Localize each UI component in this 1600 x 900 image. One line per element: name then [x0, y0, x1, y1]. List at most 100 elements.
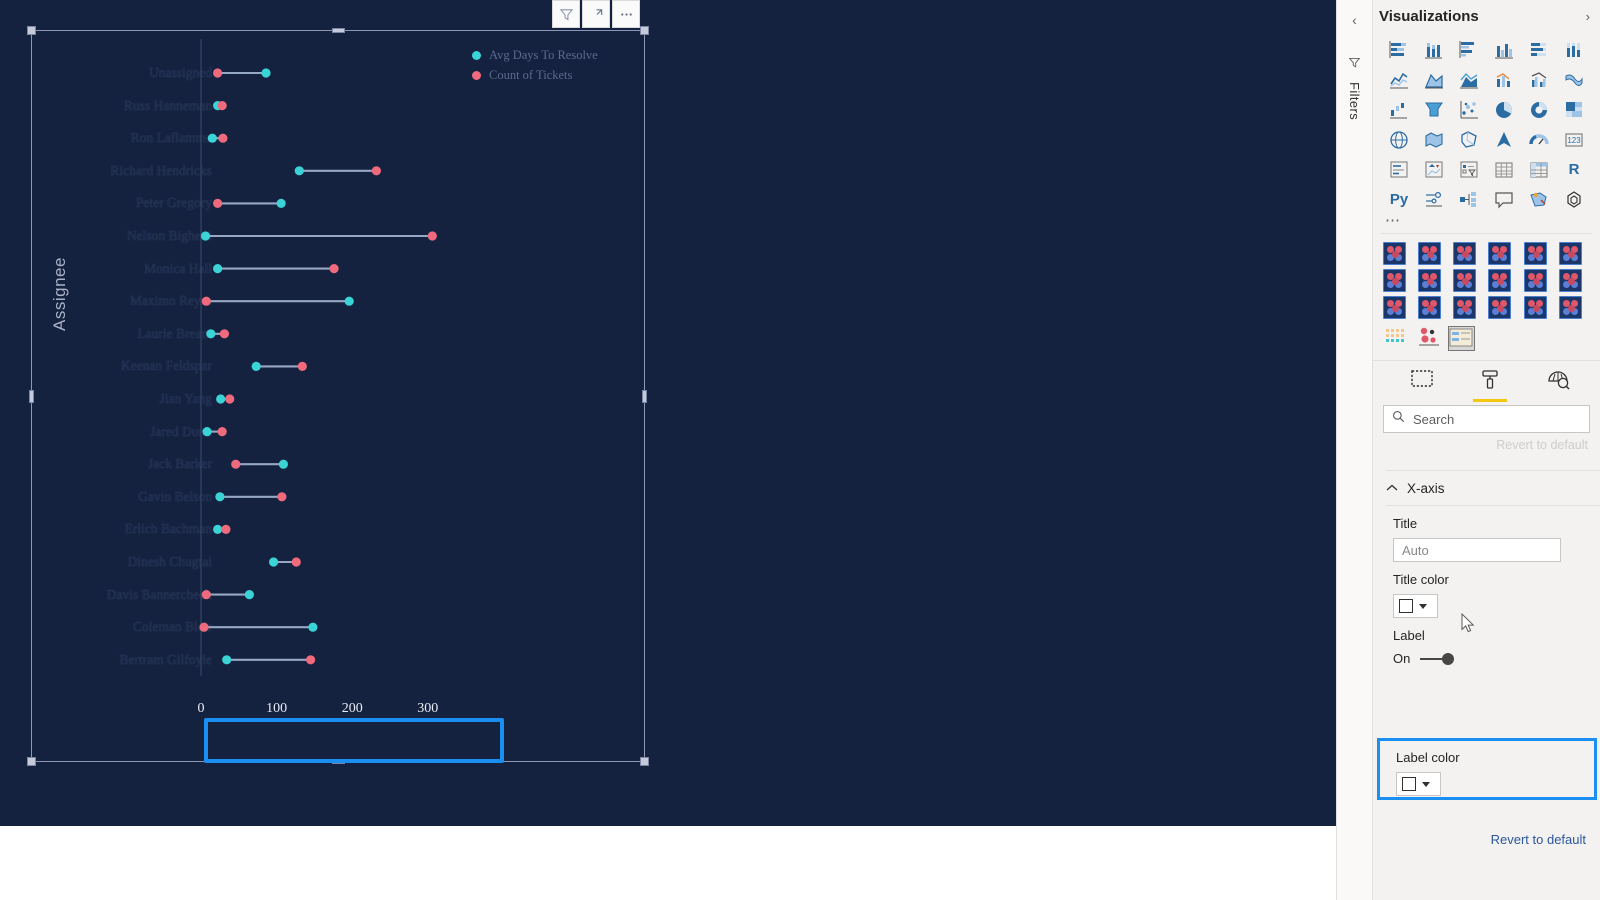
filters-rail-label[interactable]: Filters: [1347, 82, 1362, 120]
custom-visual-tile[interactable]: [1523, 269, 1547, 292]
avg-days-point[interactable]: [344, 296, 354, 306]
custom-visual-tile[interactable]: [1488, 296, 1512, 319]
shape-map-visual[interactable]: [1453, 126, 1485, 153]
avg-days-point[interactable]: [207, 133, 217, 143]
treemap-chart[interactable]: [1558, 96, 1590, 123]
stacked-area-chart[interactable]: [1453, 66, 1485, 93]
custom-visual-tile[interactable]: [1488, 242, 1512, 265]
ticket-count-point[interactable]: [291, 557, 301, 567]
avg-days-point[interactable]: [308, 622, 318, 632]
avg-days-point[interactable]: [213, 264, 223, 274]
dot-matrix-custom-visual[interactable]: [1385, 327, 1410, 350]
avg-days-point[interactable]: [215, 492, 225, 502]
avg-days-point[interactable]: [202, 427, 212, 437]
avg-days-point[interactable]: [200, 231, 211, 241]
kpi-visual[interactable]: [1418, 156, 1450, 183]
avg-days-point[interactable]: [261, 68, 271, 78]
ticket-count-point[interactable]: [201, 590, 211, 600]
selected-visual-frame[interactable]: Assignee Unassigned Russ Hanneman Ron Lafl…: [27, 26, 649, 766]
ticket-count-point[interactable]: [217, 427, 227, 437]
stacked-column-chart[interactable]: [1418, 36, 1450, 63]
custom-visual-tile[interactable]: [1558, 296, 1582, 319]
avg-days-point[interactable]: [222, 655, 232, 665]
stacked-bar-chart[interactable]: [1383, 36, 1415, 63]
custom-visual-tile[interactable]: [1383, 296, 1406, 319]
filters-rail[interactable]: ‹ Filters: [1337, 0, 1373, 900]
ticket-count-point[interactable]: [221, 524, 231, 534]
ticket-count-point[interactable]: [219, 329, 230, 339]
custom-visual-tile[interactable]: [1418, 269, 1442, 292]
fields-tab[interactable]: [1405, 369, 1439, 399]
custom-visual-tile[interactable]: [1523, 242, 1547, 265]
custom-visual-tile[interactable]: [1558, 269, 1582, 292]
waterfall-chart[interactable]: [1383, 96, 1415, 123]
ticket-count-point[interactable]: [199, 622, 209, 632]
title-color-picker[interactable]: [1393, 594, 1438, 618]
label-toggle[interactable]: [1420, 652, 1455, 665]
decomposition-tree-visual[interactable]: [1453, 186, 1485, 213]
more-options-icon[interactable]: [612, 0, 640, 28]
avg-days-point[interactable]: [276, 198, 286, 208]
label-color-highlight-group[interactable]: Label color: [1377, 738, 1597, 800]
avg-days-point[interactable]: [206, 329, 216, 339]
revert-to-default-link[interactable]: Revert to default: [1491, 832, 1586, 847]
pie-chart[interactable]: [1488, 96, 1520, 123]
filter-funnel-icon[interactable]: [552, 0, 580, 28]
label-color-picker[interactable]: [1396, 772, 1441, 796]
key-influencers-visual[interactable]: [1418, 186, 1450, 213]
ticket-count-point[interactable]: [427, 231, 437, 241]
title-input[interactable]: Auto: [1393, 538, 1561, 562]
slicer-visual[interactable]: [1453, 156, 1485, 183]
filter-funnel-icon[interactable]: [1348, 56, 1361, 74]
table-card-custom-visual[interactable]: [1448, 326, 1475, 351]
ticket-count-point[interactable]: [218, 133, 228, 143]
multi-row-card-visual[interactable]: [1383, 156, 1415, 183]
bubble-cluster-custom-visual[interactable]: [1417, 327, 1442, 350]
chevron-right-icon[interactable]: ›: [1584, 9, 1592, 24]
filled-map-visual[interactable]: [1418, 126, 1450, 153]
ticket-count-point[interactable]: [225, 394, 235, 404]
custom-visual-tile[interactable]: [1523, 296, 1547, 319]
avg-days-point[interactable]: [278, 459, 289, 469]
ticket-count-point[interactable]: [297, 361, 307, 371]
avg-days-point[interactable]: [244, 590, 254, 600]
paginated-report-visual[interactable]: [1558, 186, 1590, 213]
avg-days-point[interactable]: [251, 361, 261, 371]
ticket-count-point[interactable]: [329, 264, 339, 274]
avg-days-point[interactable]: [216, 394, 226, 404]
legend-item[interactable]: Avg Days To Resolve: [472, 45, 598, 65]
map-visual[interactable]: [1383, 126, 1415, 153]
report-canvas[interactable]: Assignee Unassigned Russ Hanneman Ron Lafl…: [0, 0, 1336, 826]
avg-days-point[interactable]: [213, 524, 223, 534]
custom-visual-tile[interactable]: [1558, 242, 1582, 265]
visual-type-gallery[interactable]: 123 R Py: [1373, 32, 1600, 213]
ticket-count-point[interactable]: [277, 492, 287, 502]
arcgis-map-visual[interactable]: [1488, 126, 1520, 153]
ticket-count-point[interactable]: [231, 459, 241, 469]
more-visuals-ellipsis[interactable]: ⋯: [1373, 213, 1600, 231]
search-input[interactable]: Search: [1383, 405, 1590, 433]
card-visual[interactable]: 123: [1558, 126, 1590, 153]
smart-narrative-visual[interactable]: [1523, 186, 1555, 213]
qna-visual[interactable]: [1488, 186, 1520, 213]
line-and-clustered-column-chart[interactable]: [1523, 66, 1555, 93]
ticket-count-point[interactable]: [306, 655, 316, 665]
matrix-visual[interactable]: [1523, 156, 1555, 183]
custom-visual-extras[interactable]: [1373, 321, 1600, 358]
custom-visual-tile[interactable]: [1453, 242, 1477, 265]
ticket-count-point[interactable]: [371, 166, 381, 176]
pane-tabs[interactable]: [1373, 360, 1600, 402]
dumbbell-chart[interactable]: Assignee Unassigned Russ Hanneman Ron Lafl…: [32, 31, 644, 763]
custom-visual-tile[interactable]: [1383, 269, 1406, 292]
line-chart[interactable]: [1383, 66, 1415, 93]
avg-days-point[interactable]: [268, 557, 279, 567]
ticket-count-point[interactable]: [217, 101, 227, 111]
chevron-left-icon[interactable]: ‹: [1341, 6, 1369, 34]
ticket-count-point[interactable]: [201, 296, 211, 306]
ticket-count-point[interactable]: [213, 198, 223, 208]
format-section-x-axis[interactable]: X-axis: [1373, 471, 1600, 505]
r-script-visual[interactable]: R: [1558, 156, 1590, 183]
custom-visual-tile[interactable]: [1453, 269, 1477, 292]
python-script-visual[interactable]: Py: [1383, 186, 1415, 213]
analytics-tab[interactable]: [1541, 369, 1575, 399]
